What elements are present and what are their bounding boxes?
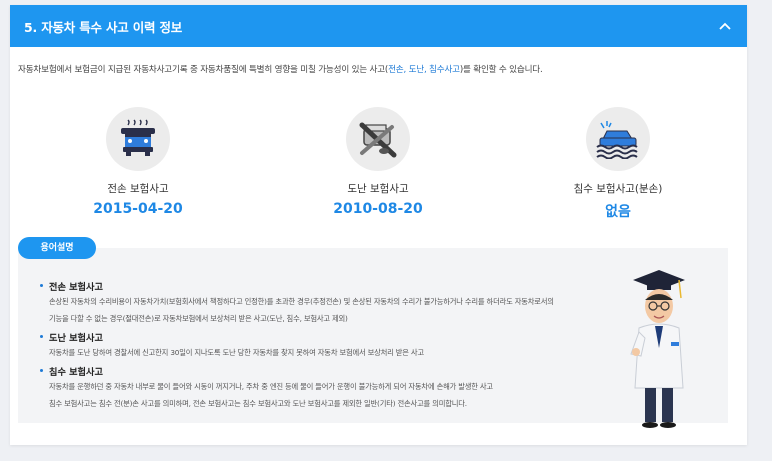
term-desc-line: 침수 보험사고는 침수 전(분)손 사고를 의미하며, 전손 보험사고는 침수 … bbox=[49, 399, 467, 408]
term-theft: 도난 보험사고 자동차를 도난 당하여 경찰서에 신고한지 30일이 지나도록 … bbox=[40, 330, 424, 361]
intro-highlight: 전손, 도난, 침수사고 bbox=[388, 65, 460, 75]
term-title: 전손 보험사고 bbox=[40, 279, 554, 293]
stat-theft: 도난 보험사고 2010-08-20 bbox=[298, 107, 458, 217]
stat-total-loss: 전손 보험사고 2015-04-20 bbox=[58, 107, 218, 217]
stat-label: 전손 보험사고 bbox=[107, 183, 169, 195]
term-desc-line: 기능을 다할 수 없는 경우(절대전손)로 자동차보험에서 보상처리 받은 사고… bbox=[49, 314, 348, 323]
glossary-badge: 용어설명 bbox=[18, 237, 96, 259]
chevron-up-icon[interactable] bbox=[717, 18, 733, 34]
stolen-car-icon bbox=[346, 107, 410, 171]
crashed-car-icon bbox=[106, 107, 170, 171]
term-desc-line: 손상된 자동차의 수리비용이 자동차가치(보험회사에서 책정하다고 인정한)를 … bbox=[49, 297, 554, 306]
stat-label: 도난 보험사고 bbox=[347, 183, 409, 195]
intro-text: 자동차보험에서 보험금이 지급된 자동차사고기록 중 자동차품질에 특별히 영향… bbox=[18, 65, 543, 75]
stat-value: 2015-04-20 bbox=[93, 201, 183, 217]
stat-value: 2010-08-20 bbox=[333, 201, 423, 217]
flooded-car-icon bbox=[586, 107, 650, 171]
term-title: 도난 보험사고 bbox=[40, 330, 424, 344]
term-flood: 침수 보험사고 자동차를 운행하던 중 자동차 내부로 물이 들어와 시동이 꺼… bbox=[40, 364, 493, 412]
section-header[interactable]: 5. 자동차 특수 사고 이력 정보 bbox=[10, 5, 747, 47]
doctor-illustration bbox=[627, 268, 691, 433]
stat-flood: 침수 보험사고(분손) 없음 bbox=[538, 107, 698, 221]
term-title: 침수 보험사고 bbox=[40, 364, 493, 378]
section-title: 5. 자동차 특수 사고 이력 정보 bbox=[24, 19, 183, 35]
stat-value: 없음 bbox=[605, 204, 631, 220]
stat-label: 침수 보험사고(분손) bbox=[573, 183, 663, 195]
term-total-loss: 전손 보험사고 손상된 자동차의 수리비용이 자동차가치(보험회사에서 책정하다… bbox=[40, 279, 554, 327]
term-desc-line: 자동차를 도난 당하여 경찰서에 신고한지 30일이 지나도록 도난 당한 자동… bbox=[49, 348, 424, 357]
term-desc-line: 자동차를 운행하던 중 자동차 내부로 물이 들어와 시동이 꺼지거나, 주차 … bbox=[49, 382, 493, 391]
